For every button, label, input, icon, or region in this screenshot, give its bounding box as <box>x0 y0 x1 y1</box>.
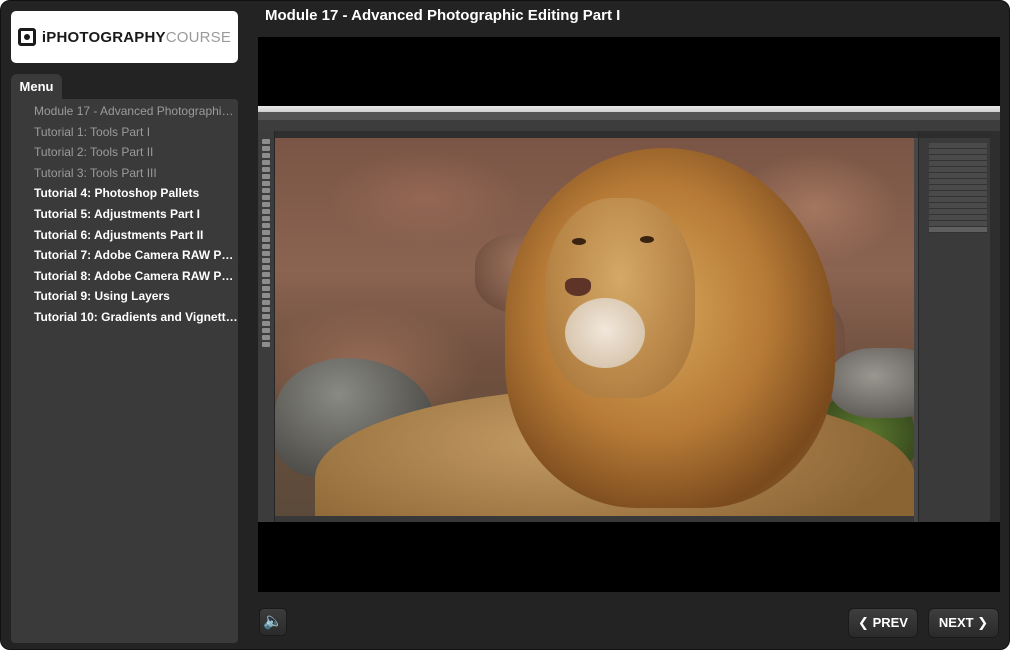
ps-tool-icon <box>262 209 270 214</box>
ps-tool-icon <box>262 307 270 312</box>
ps-tool-icon <box>262 300 270 305</box>
ps-tool-icon <box>262 188 270 193</box>
ps-tool-icon <box>262 237 270 242</box>
ps-tool-icon <box>262 160 270 165</box>
page-title: Module 17 - Advanced Photographic Editin… <box>265 7 621 24</box>
ps-tool-icon <box>262 321 270 326</box>
ps-statusbar <box>275 516 914 522</box>
logo-text: iPHOTOGRAPHYCOURSE <box>42 29 231 46</box>
speaker-icon: 🔈 <box>263 613 283 630</box>
ps-tool-icon <box>262 146 270 151</box>
next-button-label: NEXT <box>938 615 974 630</box>
lion-eye <box>572 238 586 245</box>
prev-button-label: PREV <box>872 615 908 630</box>
menu-item[interactable]: Tutorial 3: Tools Part III <box>11 163 238 184</box>
camera-icon <box>17 28 36 46</box>
menu-panel: Module 17 - Advanced Photographic Editin… <box>11 99 238 643</box>
ps-tool-icon <box>262 335 270 340</box>
menu-item[interactable]: Tutorial 6: Adjustments Part II <box>11 225 238 246</box>
ps-tool-icon <box>262 328 270 333</box>
prev-button[interactable]: ❮ PREV <box>848 608 918 638</box>
menu-list: Module 17 - Advanced Photographic Editin… <box>11 99 238 328</box>
ps-tool-icon <box>262 181 270 186</box>
ps-tool-icon <box>262 272 270 277</box>
mute-button[interactable]: 🔈 <box>259 608 287 636</box>
lion-nose <box>565 278 591 296</box>
menu-item[interactable]: Tutorial 5: Adjustments Part I <box>11 204 238 225</box>
chevron-left-icon: ❮ <box>858 615 869 630</box>
video-player[interactable] <box>258 37 1000 592</box>
ps-tool-icon <box>262 139 270 144</box>
menu-item[interactable]: Tutorial 10: Gradients and Vignettes <box>11 307 238 328</box>
lion-muzzle <box>565 298 645 368</box>
ps-tool-icon <box>262 174 270 179</box>
ps-tool-icon <box>262 293 270 298</box>
logo-content: iPHOTOGRAPHYCOURSE <box>17 28 231 46</box>
ps-tool-icon <box>262 286 270 291</box>
ps-tool-icon <box>262 279 270 284</box>
course-player: iPHOTOGRAPHYCOURSE Module 17 - Advanced … <box>0 0 1010 650</box>
logo-bold-text: iPHOTOGRAPHY <box>41 28 166 46</box>
ps-tool-icon <box>262 342 270 347</box>
logo: iPHOTOGRAPHYCOURSE <box>11 11 238 63</box>
ps-panel-dock <box>990 131 1000 522</box>
lion-eye <box>640 236 654 243</box>
ps-tool-icon <box>262 167 270 172</box>
ps-tool-icon <box>262 216 270 221</box>
logo-light-text: COURSE <box>165 28 232 46</box>
rock <box>830 348 914 418</box>
chevron-right-icon: ❯ <box>977 615 989 630</box>
video-frame <box>258 106 1000 522</box>
menu-item[interactable]: Tutorial 1: Tools Part I <box>11 122 238 143</box>
ps-tool-icon <box>262 223 270 228</box>
ps-tool-icon <box>262 195 270 200</box>
ps-layer-row <box>929 227 987 233</box>
ps-panel-header <box>919 131 991 138</box>
ps-tool-icon <box>262 251 270 256</box>
ps-tool-icon <box>262 258 270 263</box>
ps-toolbar <box>258 131 275 522</box>
lion-photo <box>275 138 914 516</box>
ps-tool-icon <box>262 230 270 235</box>
menu-item[interactable]: Tutorial 4: Photoshop Pallets <box>11 183 238 204</box>
ps-tool-icon <box>262 244 270 249</box>
ps-tool-icon <box>262 202 270 207</box>
next-button[interactable]: NEXT ❯ <box>928 608 999 638</box>
menu-item[interactable]: Tutorial 7: Adobe Camera RAW Part I <box>11 245 238 266</box>
lion-face <box>545 198 695 398</box>
menu-item[interactable]: Tutorial 9: Using Layers <box>11 286 238 307</box>
ps-tool-icon <box>262 265 270 270</box>
ps-layers-panel <box>918 131 991 522</box>
ps-document-tabs <box>274 131 918 144</box>
menu-item[interactable]: Tutorial 8: Adobe Camera RAW Part II <box>11 266 238 287</box>
menu-tab[interactable]: Menu <box>11 74 62 100</box>
menu-item[interactable]: Module 17 - Advanced Photographic Editin… <box>11 101 238 122</box>
menu-item[interactable]: Tutorial 2: Tools Part II <box>11 142 238 163</box>
ps-tool-icon <box>262 153 270 158</box>
ps-tool-icon <box>262 314 270 319</box>
